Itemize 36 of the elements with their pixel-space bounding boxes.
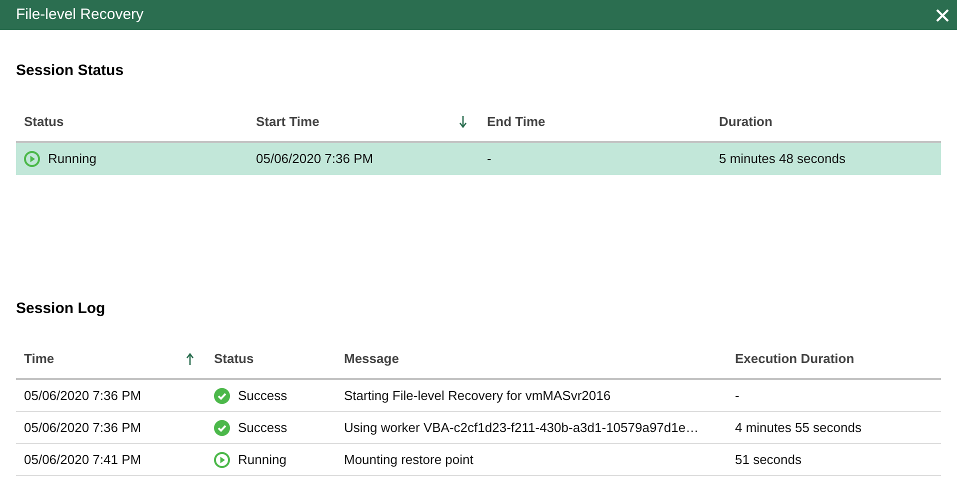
section-heading: Session Status <box>16 61 125 81</box>
table-cell: - <box>735 388 740 403</box>
column-header[interactable]: Message <box>336 340 727 378</box>
sort-down-icon[interactable] <box>459 116 467 128</box>
check-circle-icon <box>214 388 230 404</box>
play-circle-icon <box>24 150 40 166</box>
table-row[interactable]: Running 05/06/2020 7:36 PM - 5 minutes 48 seconds <box>16 142 941 174</box>
status-text: Running <box>48 150 96 168</box>
table-cell: 05/06/2020 7:36 PM <box>24 388 142 403</box>
table-cell: 05/06/2020 7:36 PM <box>24 420 142 435</box>
play-circle-icon <box>214 452 230 468</box>
sort-up-icon[interactable] <box>186 353 194 365</box>
table-cell: Starting File-level Recovery for vmMASvr2016 <box>344 388 611 403</box>
column-header[interactable]: Time <box>16 340 206 378</box>
table-cell: 51 seconds <box>735 452 802 467</box>
table-cell: 5 minutes 48 seconds <box>719 150 846 166</box>
section-heading: Session Log <box>16 298 106 318</box>
table-cell: 05/06/2020 7:36 PM <box>256 150 374 166</box>
table-cell: - <box>487 150 492 166</box>
status-text: Running <box>238 450 286 469</box>
table-cell: Mounting restore point <box>344 452 474 467</box>
table-cell: 4 minutes 55 seconds <box>735 420 862 435</box>
column-header[interactable]: Start Time <box>248 102 479 140</box>
column-header[interactable]: Execution Duration <box>727 340 941 378</box>
window-title: File-level Recovery <box>16 4 144 25</box>
table-cell: 05/06/2020 7:41 PM <box>24 452 142 467</box>
close-button[interactable] <box>936 8 949 22</box>
column-header[interactable]: Duration <box>711 102 941 140</box>
status-text: Success <box>238 418 288 437</box>
table-cell: Using worker VBA-c2cf1d23-f211-430b-a3d1-10579a97d1e… <box>344 420 699 435</box>
column-header[interactable]: Status <box>16 102 248 140</box>
check-circle-icon <box>214 420 230 436</box>
close-icon <box>936 8 949 22</box>
column-header[interactable]: End Time <box>479 102 711 140</box>
column-header[interactable]: Status <box>206 340 336 378</box>
status-text: Success <box>238 386 288 405</box>
